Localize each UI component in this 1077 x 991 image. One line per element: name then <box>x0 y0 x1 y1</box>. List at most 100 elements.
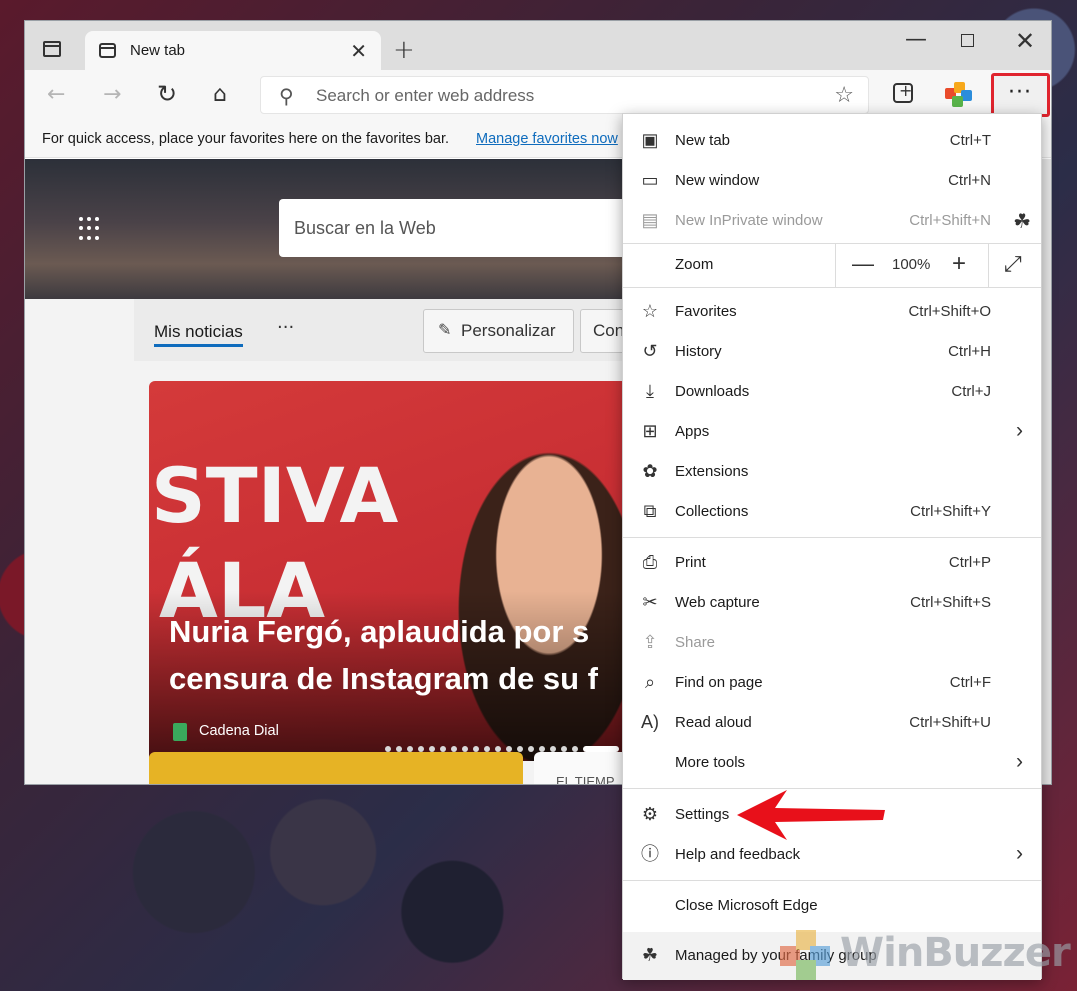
share-icon: ⇪ <box>642 632 658 652</box>
more-options-icon[interactable]: ··· <box>277 317 294 338</box>
menu-item-find-on-page[interactable]: ⌕ Find on page Ctrl+F <box>623 663 1041 703</box>
tab-new-tab[interactable]: New tab ✕ <box>85 31 381 70</box>
menu-item-shortcut: Ctrl+Shift+S <box>910 594 991 611</box>
content-button-label: Con <box>593 321 625 340</box>
menu-item-collections[interactable]: ⧉ Collections Ctrl+Shift+Y <box>623 492 1041 532</box>
read-aloud-icon: A) <box>641 712 659 732</box>
web-capture-icon: ✂ <box>642 592 658 612</box>
menu-item-extensions[interactable]: ✿ Extensions <box>623 452 1041 492</box>
winbuzzer-logo-icon <box>780 930 832 980</box>
history-icon: ↺ <box>642 341 658 361</box>
apps-icon: ⊞ <box>642 421 658 441</box>
card-background-text-1: STIVA <box>151 451 399 540</box>
news-card-2[interactable] <box>149 752 523 784</box>
settings-and-more-menu: ▣ New tab Ctrl+T ▭ New window Ctrl+N ▤ N… <box>622 113 1042 980</box>
app-launcher-icon[interactable] <box>79 217 103 241</box>
winbuzzer-watermark: WinBuzzer <box>780 924 1071 984</box>
new-tab-button[interactable]: + <box>393 35 415 65</box>
tab-mis-noticias[interactable]: Mis noticias <box>154 322 243 347</box>
manage-favorites-link[interactable]: Manage favorites now <box>476 131 618 147</box>
favorites-icon: ☆ <box>641 301 659 321</box>
extensions-icon: ✿ <box>642 461 658 481</box>
menu-divider <box>623 880 1041 881</box>
menu-item-more-tools[interactable]: More tools › <box>623 743 1041 783</box>
menu-item-shortcut: Ctrl+Shift+O <box>908 303 991 320</box>
new-tab-icon: ▣ <box>641 130 659 150</box>
menu-item-shortcut: Ctrl+T <box>949 132 991 149</box>
menu-item-shortcut: Ctrl+N <box>948 172 991 189</box>
menu-item-history[interactable]: ↺ History Ctrl+H <box>623 332 1041 372</box>
menu-item-label: New InPrivate window <box>675 212 823 229</box>
zoom-row: Zoom — 100% + ⤢ <box>623 243 1041 287</box>
menu-item-label: Close Microsoft Edge <box>675 897 818 914</box>
menu-item-shortcut: Ctrl+H <box>948 343 991 360</box>
menu-item-label: Web capture <box>675 594 760 611</box>
menu-item-label: Read aloud <box>675 714 752 731</box>
web-search-placeholder: Buscar en la Web <box>294 218 436 238</box>
tab-title: New tab <box>130 42 186 59</box>
downloads-icon: ⤓ <box>646 381 654 401</box>
menu-item-downloads[interactable]: ⤓ Downloads Ctrl+J <box>623 372 1041 412</box>
news-source: Cadena Dial <box>199 723 279 739</box>
red-arrow-annotation <box>737 790 885 840</box>
menu-item-apps[interactable]: ⊞ Apps › <box>623 412 1041 452</box>
menu-item-label: Extensions <box>675 463 749 480</box>
minimize-icon[interactable]: — <box>905 27 927 52</box>
search-icon: ⚲ <box>279 84 294 108</box>
menu-item-shortcut: Ctrl+Shift+N <box>909 212 991 229</box>
menu-item-shortcut: Ctrl+J <box>951 383 991 400</box>
menu-item-new-inprivate-window[interactable]: ▤ New InPrivate window Ctrl+Shift+N ☘ <box>623 201 1041 241</box>
menu-item-label: Settings <box>675 806 730 823</box>
print-icon: ⎙ <box>642 552 658 572</box>
menu-item-label: New tab <box>675 132 731 149</box>
forward-icon[interactable]: → <box>103 82 121 107</box>
address-bar[interactable]: ⚲ Search or enter web address ☆ <box>260 76 869 114</box>
add-favorite-star-icon[interactable]: ☆ <box>834 83 854 108</box>
menu-item-close-microsoft-edge[interactable]: Close Microsoft Edge <box>623 886 1041 926</box>
chevron-right-icon: › <box>1016 419 1023 442</box>
home-icon[interactable]: ⌂ <box>213 82 227 107</box>
fullscreen-icon: ⤢ <box>1004 251 1022 276</box>
close-window-icon[interactable]: ✕ <box>1015 27 1035 55</box>
menu-item-favorites[interactable]: ☆ Favorites Ctrl+Shift+O <box>623 292 1041 332</box>
tab-actions-icon[interactable] <box>43 41 61 57</box>
collections-toolbar-icon[interactable] <box>893 81 913 103</box>
back-icon[interactable]: ← <box>47 82 65 107</box>
menu-item-print[interactable]: ⎙ Print Ctrl+P <box>623 543 1041 583</box>
zoom-out-button[interactable]: — <box>852 251 874 277</box>
personalize-button[interactable]: ✎ Personalizar <box>423 309 574 353</box>
fullscreen-button[interactable]: ⤢ <box>988 243 1042 287</box>
family-group-icon: ☘ <box>641 945 659 965</box>
pencil-icon: ✎ <box>438 320 452 339</box>
extension-icon[interactable] <box>945 82 973 108</box>
source-logo-icon <box>173 723 187 741</box>
family-safety-icon: ☘ <box>1013 211 1031 233</box>
personalize-label: Personalizar <box>461 321 556 340</box>
maximize-icon[interactable] <box>961 34 974 47</box>
zoom-controls: — 100% + ⤢ <box>835 243 1041 287</box>
menu-item-new-tab[interactable]: ▣ New tab Ctrl+T <box>623 121 1041 161</box>
menu-item-shortcut: Ctrl+Shift+Y <box>910 503 991 520</box>
menu-item-web-capture[interactable]: ✂ Web capture Ctrl+Shift+S <box>623 583 1041 623</box>
close-tab-icon[interactable]: ✕ <box>350 39 367 64</box>
new-window-icon: ▭ <box>641 170 659 190</box>
refresh-icon[interactable]: ↻ <box>157 80 177 108</box>
menu-item-shortcut: Ctrl+Shift+U <box>909 714 991 731</box>
settings-and-more-button[interactable]: ··· <box>991 73 1050 117</box>
menu-item-new-window[interactable]: ▭ New window Ctrl+N <box>623 161 1041 201</box>
new-tab-page-icon <box>99 43 116 58</box>
menu-divider <box>623 287 1041 288</box>
menu-item-share[interactable]: ⇪ Share <box>623 623 1041 663</box>
menu-item-label: More tools <box>675 754 746 771</box>
favorites-bar-message: For quick access, place your favorites h… <box>42 131 450 147</box>
settings-gear-icon: ⚙ <box>641 804 659 824</box>
zoom-level: 100% <box>892 256 931 273</box>
menu-item-read-aloud[interactable]: A) Read aloud Ctrl+Shift+U <box>623 703 1041 743</box>
menu-item-shortcut: Ctrl+P <box>948 554 991 571</box>
zoom-in-button[interactable]: + <box>952 250 966 278</box>
menu-item-label: Help and feedback <box>675 846 801 863</box>
address-placeholder: Search or enter web address <box>316 86 535 105</box>
menu-item-label: Find on page <box>675 674 763 691</box>
menu-item-label: Favorites <box>675 303 737 320</box>
chevron-right-icon: › <box>1016 750 1023 773</box>
